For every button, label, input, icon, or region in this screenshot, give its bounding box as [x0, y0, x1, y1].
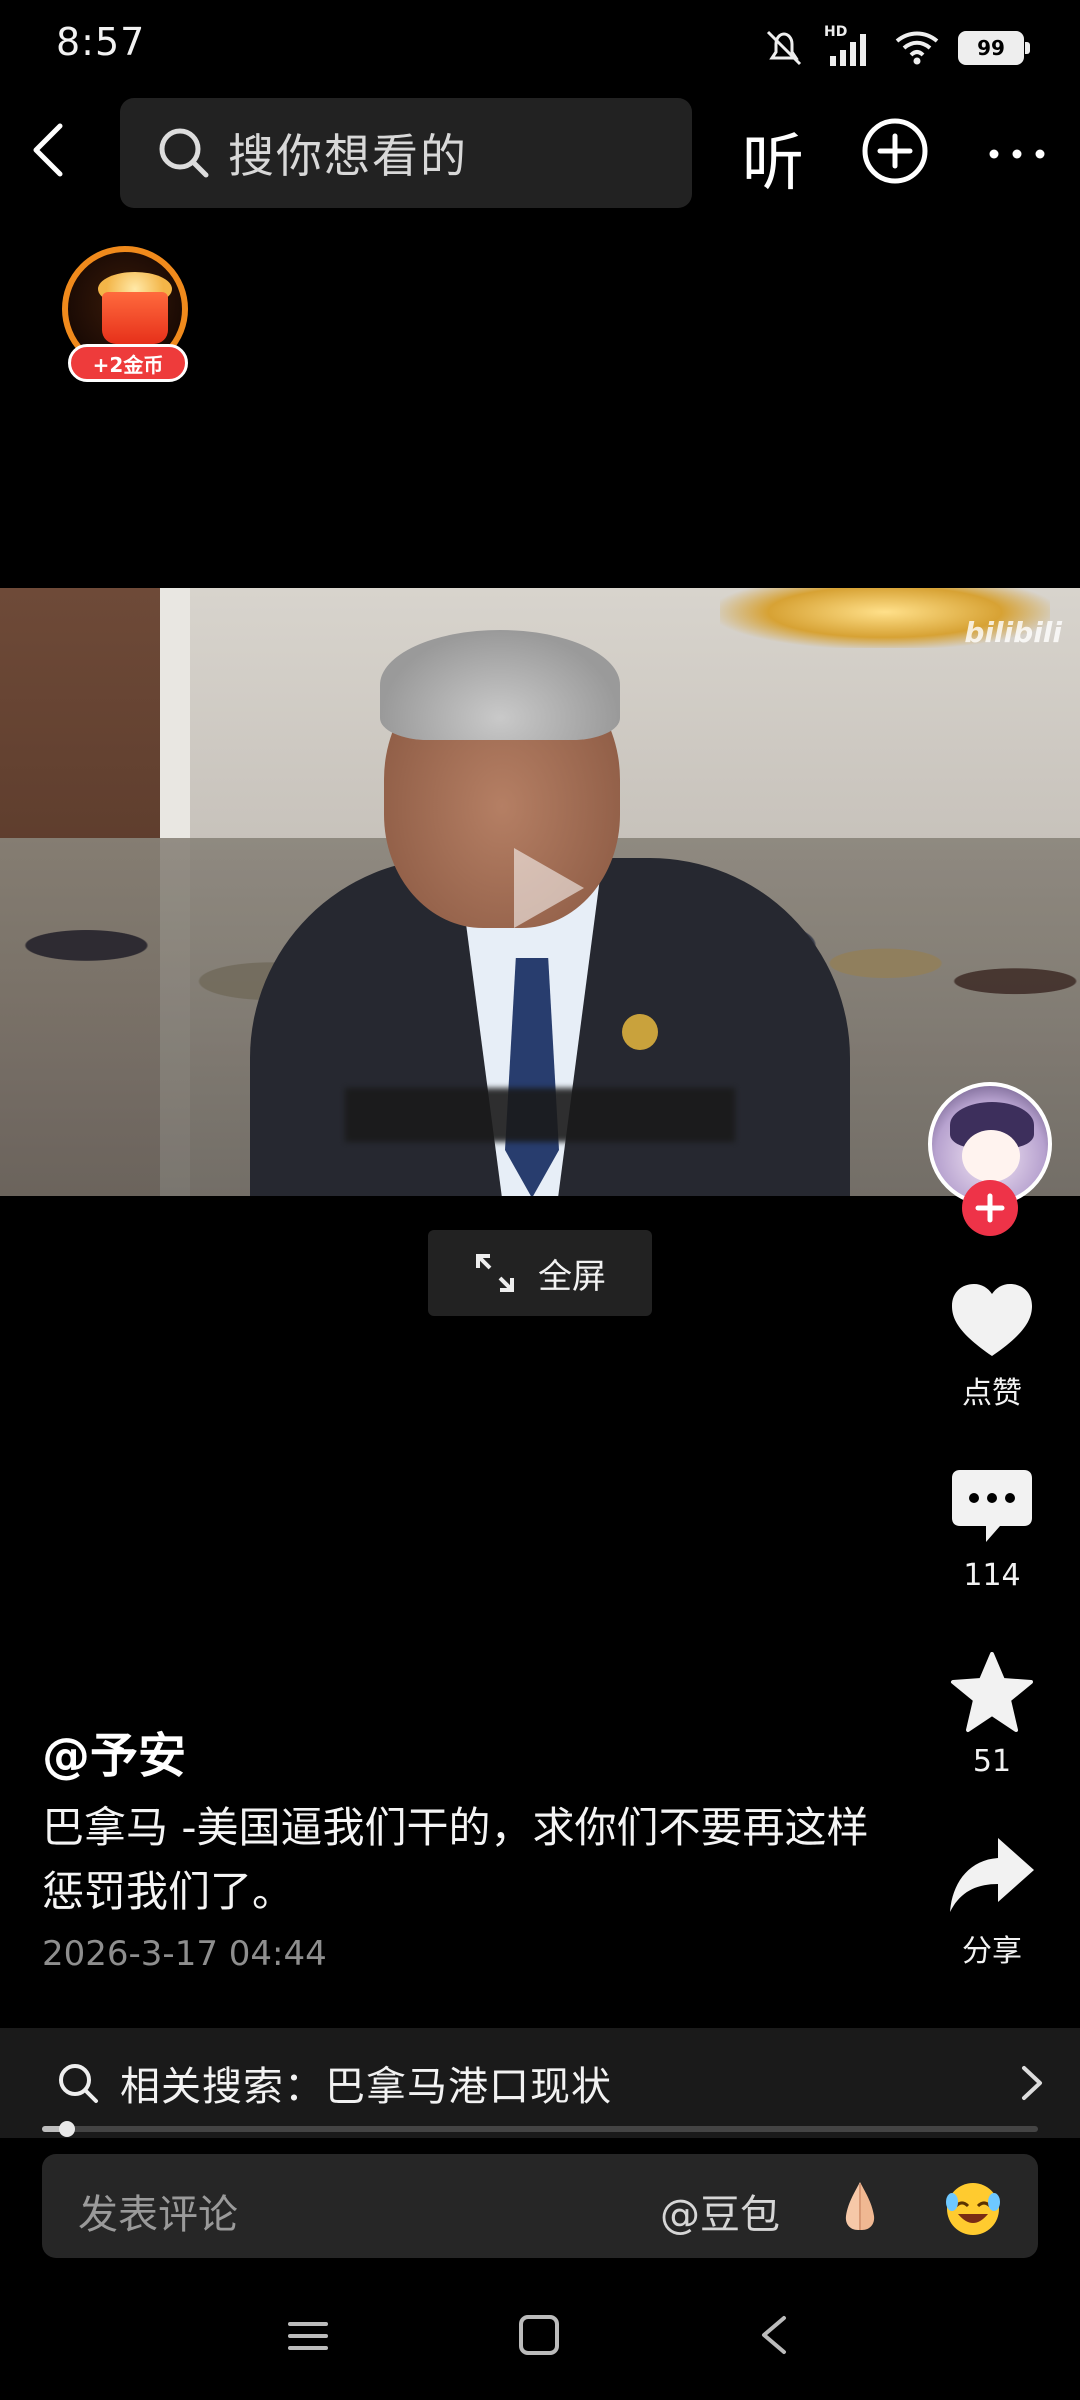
laughing-emoji-icon[interactable] [942, 2176, 1004, 2238]
search-placeholder: 搜你想看的 [228, 129, 468, 183]
subtitle-blur [345, 1088, 735, 1142]
status-icons: HD 99 [762, 24, 1030, 68]
pray-emoji-icon[interactable] [830, 2176, 890, 2236]
search-icon [159, 128, 209, 178]
share-label: 分享 [962, 1934, 1022, 1969]
post-time: 2026-3-17 04:44 [42, 1934, 327, 1974]
favorite-count: 51 [972, 1744, 1012, 1779]
post-description: 巴拿马 -美国逼我们干的，求你们不要再这样惩罚我们了。 [42, 1803, 869, 1916]
battery-icon: 99 [958, 31, 1030, 65]
home-icon[interactable] [516, 2312, 562, 2358]
more-button[interactable] [982, 124, 1052, 180]
video-player[interactable]: bilibili [0, 588, 1080, 1196]
heart-icon [952, 1284, 1032, 1356]
related-search-label: 相关搜索：巴拿马港口现状 [120, 2064, 612, 2110]
video-watermark: bilibili [964, 616, 1062, 649]
like-label: 点赞 [962, 1376, 1022, 1411]
comment-count: 114 [963, 1558, 1021, 1593]
signal-icon: HD [824, 24, 876, 68]
coin-reward-label: +2金币 [68, 344, 188, 382]
wifi-icon [895, 31, 939, 65]
like-button[interactable]: 点赞 [930, 1282, 1054, 1412]
author-name[interactable]: @予安 [42, 1716, 186, 1786]
plus-icon [975, 1193, 1005, 1223]
battery-level: 99 [977, 36, 1005, 60]
mention-doubao-button[interactable]: @豆包 [660, 2182, 780, 2240]
more-horizontal-icon [989, 149, 1045, 159]
system-nav-bar [0, 2290, 1080, 2400]
chevron-right-icon [1022, 2066, 1042, 2100]
status-bar: 8:57 HD 99 [0, 0, 1080, 96]
back-button[interactable] [20, 118, 84, 182]
share-arrow-icon [950, 1838, 1034, 1912]
play-icon[interactable] [494, 838, 594, 938]
related-search-bar[interactable]: 相关搜索：巴拿马港口现状 [0, 2028, 1080, 2138]
add-button[interactable] [860, 116, 930, 186]
share-button[interactable]: 分享 [930, 1836, 1054, 1970]
coin-reward-badge[interactable]: +2金币 [58, 246, 198, 386]
progress-handle[interactable] [58, 2121, 75, 2137]
star-icon [951, 1652, 1033, 1732]
video-progress-bar[interactable] [42, 2121, 1038, 2137]
fullscreen-button[interactable]: 全屏 [428, 1230, 652, 1316]
recent-apps-icon[interactable] [286, 2314, 330, 2358]
chevron-left-icon [33, 123, 63, 177]
search-input[interactable]: 搜你想看的 [120, 98, 692, 208]
search-icon [59, 2064, 98, 2103]
mute-bell-icon [766, 30, 802, 66]
nav-back-icon[interactable] [756, 2312, 792, 2358]
comment-bubble-icon [952, 1470, 1032, 1542]
listen-button[interactable]: 听 [742, 112, 804, 202]
plus-circle-icon [862, 118, 928, 184]
comment-input-bar[interactable]: 发表评论 @豆包 [42, 2154, 1038, 2258]
comment-button[interactable]: 114 [930, 1468, 1054, 1593]
fullscreen-label: 全屏 [538, 1256, 606, 1297]
expand-icon [476, 1254, 514, 1292]
comment-placeholder[interactable]: 发表评论 [78, 2182, 238, 2240]
follow-button[interactable] [962, 1180, 1018, 1236]
status-time: 8:57 [56, 20, 146, 64]
favorite-button[interactable]: 51 [930, 1652, 1054, 1779]
